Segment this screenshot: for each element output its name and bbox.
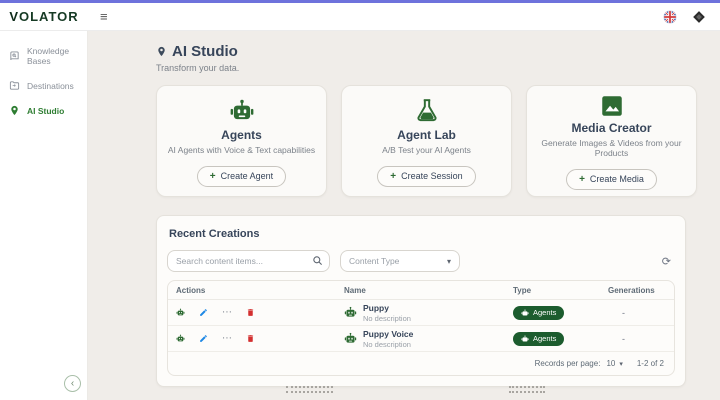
item-name[interactable]: Puppy [363,303,411,313]
robot-icon [344,306,357,319]
creations-table: Actions Name Type Generations ⋯ [167,280,675,376]
card-agents: Agents AI Agents with Voice & Text capab… [156,85,327,197]
plus-icon: + [579,174,585,185]
sidebar-item-label: AI Studio [27,106,64,116]
page-title: AI Studio [172,43,238,60]
brand-logo[interactable]: VOLATOR [9,9,78,24]
content-type-select[interactable]: Content Type ▾ [340,250,460,272]
button-label: Create Agent [221,171,274,181]
header: VOLATOR ≡ [0,3,720,31]
create-media-button[interactable]: + Create Media [566,169,657,190]
card-description: AI Agents with Voice & Text capabilities [168,145,315,155]
robot-icon [521,309,529,317]
app-window: VOLATOR ≡ [0,0,720,400]
row-generations: - [600,334,674,344]
row-name-cell: Puppy No description [336,303,505,323]
robot-icon [344,332,357,345]
create-agent-button[interactable]: + Create Agent [197,166,286,187]
delete-icon[interactable] [246,334,255,343]
row-type-cell: Agents [505,304,600,322]
recent-creations-panel: Recent Creations Content Type ▾ ⟳ [156,215,686,387]
sidebar-item-destinations[interactable]: Destinations [0,73,87,98]
sidebar: Knowledge Bases Destinations AI Studio ‹ [0,31,88,400]
page-subtitle: Transform your data. [156,63,720,73]
records-per-page-select[interactable]: 10 ▾ [606,359,622,368]
location-pin-icon [156,46,167,57]
hamburger-menu-icon[interactable]: ≡ [96,8,112,25]
card-description: A/B Test your AI Agents [382,145,471,155]
table-header-row: Actions Name Type Generations [168,281,674,300]
pagination-range: 1-2 of 2 [637,359,664,368]
chevron-down-icon: ▾ [619,360,623,368]
image-icon [599,93,625,119]
brand-area: VOLATOR [0,9,88,24]
agent-action-icon[interactable] [176,308,185,317]
language-flag-icon[interactable] [662,9,677,24]
robot-icon [229,96,255,126]
type-badge: Agents [513,306,564,320]
type-badge-label: Agents [533,308,556,317]
sidebar-collapse-button[interactable]: ‹ [64,375,81,392]
card-title: Media Creator [571,121,651,135]
robot-icon [521,335,529,343]
card-title: Agent Lab [397,128,456,142]
button-label: Create Session [401,171,463,181]
item-description: No description [363,314,411,323]
search-icon[interactable] [312,255,323,266]
column-header-name: Name [336,286,505,295]
records-per-page-value: 10 [606,359,615,368]
records-per-page-label: Records per page: [535,359,601,368]
agent-action-icon[interactable] [176,334,185,343]
card-agent-lab: Agent Lab A/B Test your AI Agents + Crea… [341,85,512,197]
button-label: Create Media [590,174,644,184]
destinations-icon [9,80,20,91]
plus-icon: + [390,171,396,182]
row-name-cell: Puppy Voice No description [336,329,505,349]
more-actions-icon[interactable]: ⋯ [222,334,232,343]
apps-icon[interactable] [691,9,706,24]
page-title-row: AI Studio [156,43,720,60]
sidebar-item-label: Knowledge Bases [27,46,78,66]
card-media-creator: Media Creator Generate Images & Videos f… [526,85,697,197]
main-content: AI Studio Transform your data. Agents AI… [88,31,720,400]
create-session-button[interactable]: + Create Session [377,166,475,187]
type-badge-label: Agents [533,334,556,343]
more-actions-icon[interactable]: ⋯ [222,308,232,317]
column-header-actions: Actions [168,286,336,295]
row-actions: ⋯ [168,308,336,317]
row-actions: ⋯ [168,334,336,343]
row-generations: - [600,308,674,318]
type-badge: Agents [513,332,564,346]
panel-title: Recent Creations [169,228,675,240]
column-header-generations: Generations [600,286,674,295]
feature-cards: Agents AI Agents with Voice & Text capab… [156,85,720,197]
content-type-value: Content Type [349,256,399,266]
refresh-button[interactable]: ⟳ [658,253,675,270]
sidebar-item-ai-studio[interactable]: AI Studio [0,98,87,123]
flask-icon [414,96,440,126]
pagination-bar: Records per page: 10 ▾ 1-2 of 2 [168,352,674,375]
sidebar-item-label: Destinations [27,81,74,91]
card-title: Agents [221,128,262,142]
row-type-cell: Agents [505,330,600,348]
edit-icon[interactable] [199,308,208,317]
chevron-down-icon: ▾ [447,257,451,266]
sidebar-item-knowledge-bases[interactable]: Knowledge Bases [0,39,87,73]
column-header-type: Type [505,286,600,295]
delete-icon[interactable] [246,308,255,317]
footer-dots-left [286,386,333,393]
footer-dots-right [509,386,545,393]
edit-icon[interactable] [199,334,208,343]
search-box [167,250,330,272]
card-description: Generate Images & Videos from your Produ… [535,138,688,158]
ai-studio-pin-icon [9,105,20,116]
table-row: ⋯ Puppy No description [168,300,674,326]
item-description: No description [363,340,413,349]
item-name[interactable]: Puppy Voice [363,329,413,339]
table-row: ⋯ Puppy Voice No description [168,326,674,352]
table-controls: Content Type ▾ ⟳ [167,250,675,272]
knowledge-bases-icon [9,51,20,62]
plus-icon: + [210,171,216,182]
search-input[interactable] [167,250,330,272]
